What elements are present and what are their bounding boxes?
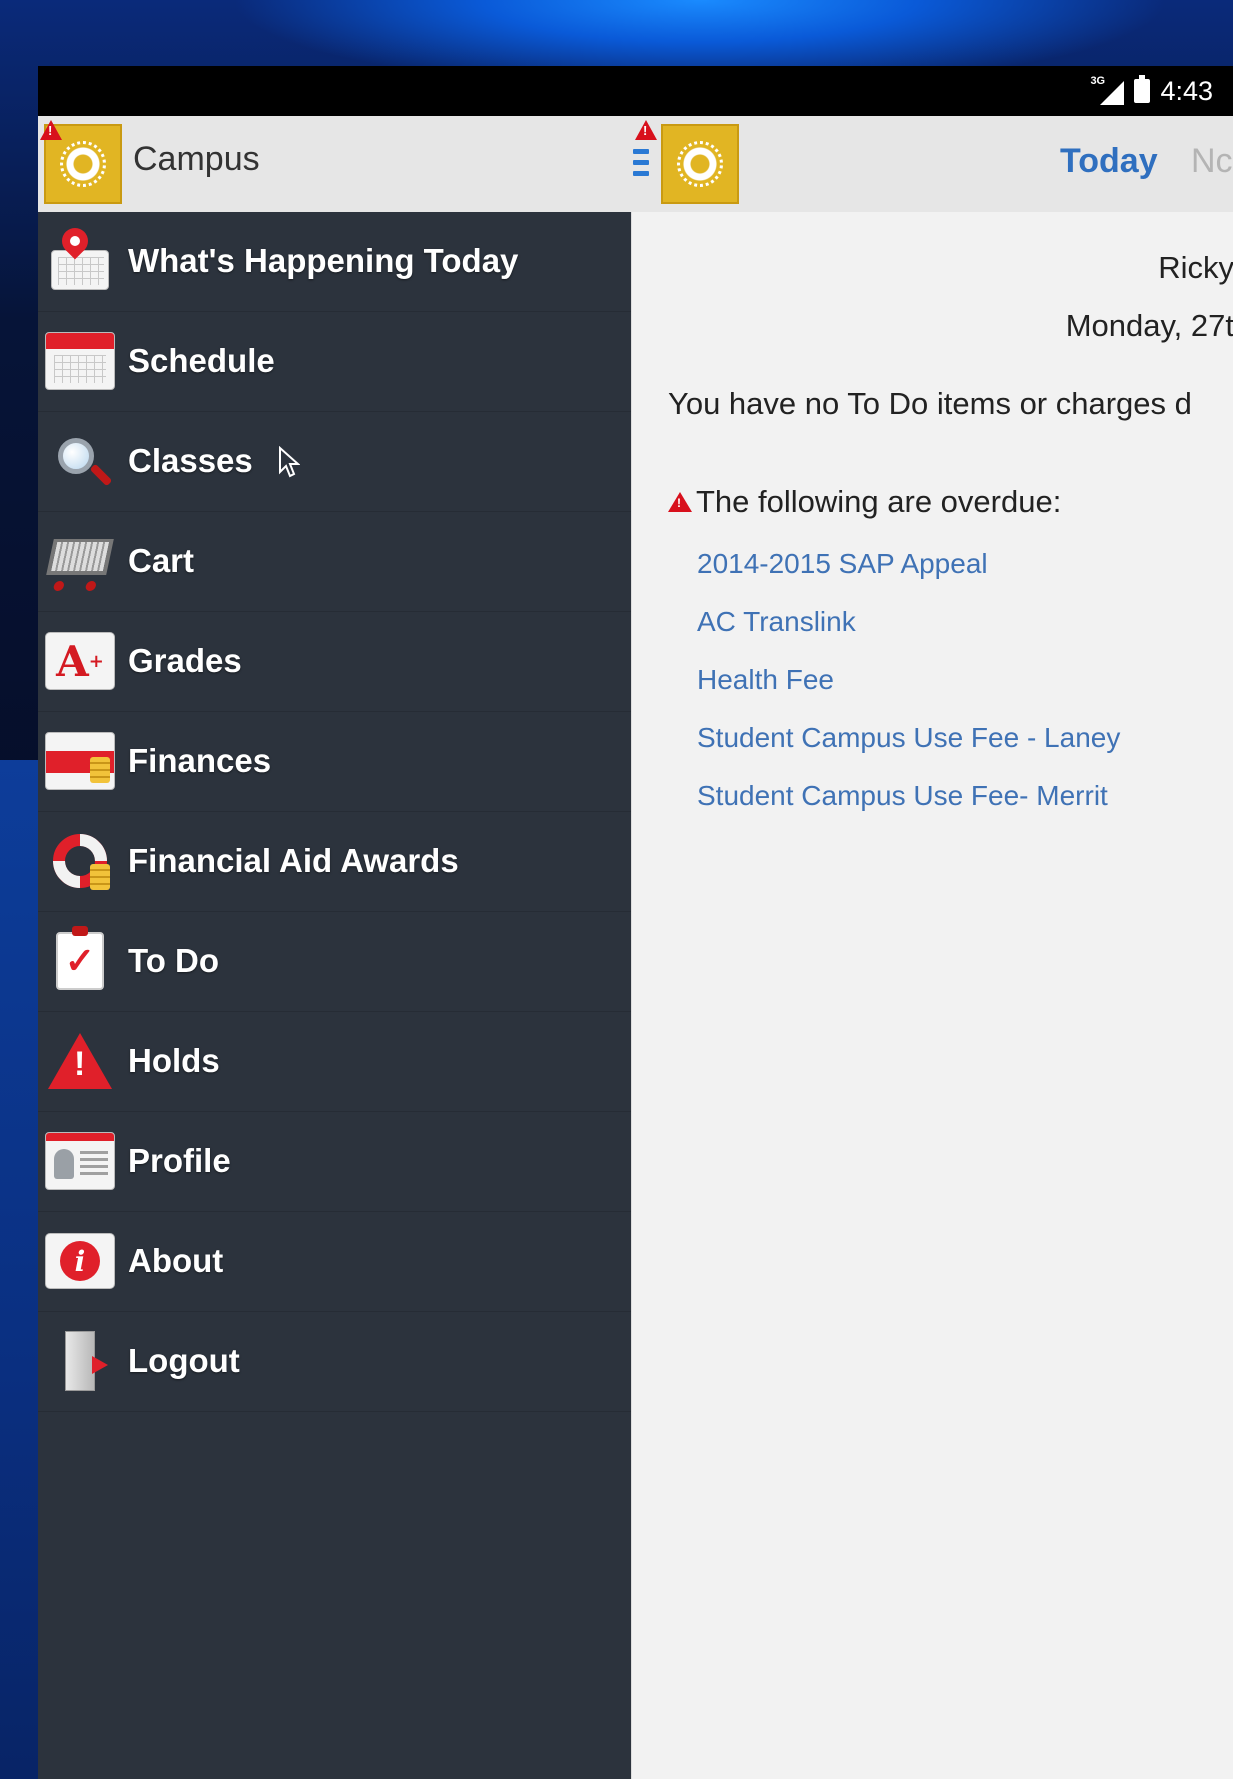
overdue-heading-text: The following are overdue: bbox=[696, 484, 1062, 519]
grade-a-plus-icon: A + bbox=[44, 628, 116, 694]
menu-item-label: Profile bbox=[128, 1142, 231, 1179]
menu-item-label: Finances bbox=[128, 742, 272, 779]
id-card-icon bbox=[44, 1128, 116, 1194]
todo-summary: You have no To Do items or charges d bbox=[668, 386, 1192, 421]
door-exit-icon bbox=[44, 1328, 116, 1394]
alert-badge-icon: ! bbox=[635, 120, 657, 140]
alert-badge-icon: ! bbox=[40, 120, 62, 140]
overdue-item-link[interactable]: Student Campus Use Fee- Merrit bbox=[697, 780, 1120, 838]
warning-icon: ! bbox=[668, 492, 692, 512]
drawer-title: Campus bbox=[133, 140, 260, 178]
menu-item-label: Financial Aid Awards bbox=[128, 842, 459, 879]
menu-item-grades[interactable]: A + Grades bbox=[38, 612, 631, 712]
overdue-list: 2014-2015 SAP Appeal AC Translink Health… bbox=[697, 548, 1120, 838]
menu-item-label: To Do bbox=[128, 942, 220, 979]
menu-item-holds[interactable]: ! Holds bbox=[38, 1012, 631, 1112]
clipboard-check-icon: ✓ bbox=[44, 926, 116, 994]
menu-item-label: Classes bbox=[128, 442, 253, 479]
menu-toggle-icon[interactable] bbox=[633, 149, 649, 182]
device-screen: 3G 4:43 ! Campus ! Today Nc What's Happe… bbox=[38, 66, 1233, 1779]
mouse-cursor-icon bbox=[279, 446, 300, 478]
menu-item-label: What's Happening Today bbox=[128, 242, 519, 279]
menu-item-label: Schedule bbox=[128, 342, 275, 379]
menu-item-label: About bbox=[128, 1242, 224, 1279]
overdue-heading: ! The following are overdue: bbox=[668, 484, 1061, 520]
status-bar: 3G 4:43 bbox=[38, 66, 1233, 116]
overdue-item-link[interactable]: Student Campus Use Fee - Laney bbox=[697, 722, 1120, 780]
magnifier-icon bbox=[44, 428, 116, 494]
menu-item-to-do[interactable]: ✓ To Do bbox=[38, 912, 631, 1012]
current-date: Monday, 27t bbox=[1065, 308, 1233, 343]
info-icon: i bbox=[44, 1228, 116, 1294]
menu-item-about[interactable]: i About bbox=[38, 1212, 631, 1312]
calendar-pin-icon bbox=[44, 222, 116, 294]
menu-item-classes[interactable]: Classes bbox=[38, 412, 631, 512]
app-bar: ! Campus ! Today Nc bbox=[38, 116, 1233, 214]
warning-icon: ! bbox=[44, 1028, 116, 1094]
status-time: 4:43 bbox=[1160, 75, 1213, 106]
menu-item-finances[interactable]: Finances bbox=[38, 712, 631, 812]
calendar-icon bbox=[44, 328, 116, 394]
overdue-item-link[interactable]: 2014-2015 SAP Appeal bbox=[697, 548, 1120, 606]
menu-item-cart[interactable]: Cart bbox=[38, 512, 631, 612]
navigation-drawer: What's Happening Today Schedule Classes bbox=[38, 212, 631, 1779]
cell-signal-icon: 3G bbox=[1090, 75, 1125, 105]
tab-today[interactable]: Today bbox=[1060, 142, 1158, 181]
menu-item-schedule[interactable]: Schedule bbox=[38, 312, 631, 412]
battery-icon bbox=[1134, 75, 1151, 103]
today-content: Ricky Monday, 27t You have no To Do item… bbox=[631, 212, 1233, 1779]
menu-item-label: Cart bbox=[128, 542, 195, 579]
overdue-item-link[interactable]: AC Translink bbox=[697, 606, 1120, 664]
menu-item-logout[interactable]: Logout bbox=[38, 1312, 631, 1412]
overdue-item-link[interactable]: Health Fee bbox=[697, 664, 1120, 722]
menu-item-profile[interactable]: Profile bbox=[38, 1112, 631, 1212]
credit-card-coins-icon bbox=[44, 728, 116, 794]
menu-item-whats-happening-today[interactable]: What's Happening Today bbox=[38, 212, 631, 312]
menu-item-label: Grades bbox=[128, 642, 242, 679]
life-ring-icon bbox=[44, 828, 116, 894]
tab-next[interactable]: Nc bbox=[1191, 142, 1233, 181]
app-logo-icon[interactable] bbox=[661, 124, 739, 204]
shopping-cart-icon bbox=[44, 528, 116, 594]
menu-item-label: Logout bbox=[128, 1342, 240, 1379]
student-name: Ricky bbox=[1158, 250, 1233, 285]
menu-item-label: Holds bbox=[128, 1042, 220, 1079]
menu-item-financial-aid-awards[interactable]: Financial Aid Awards bbox=[38, 812, 631, 912]
